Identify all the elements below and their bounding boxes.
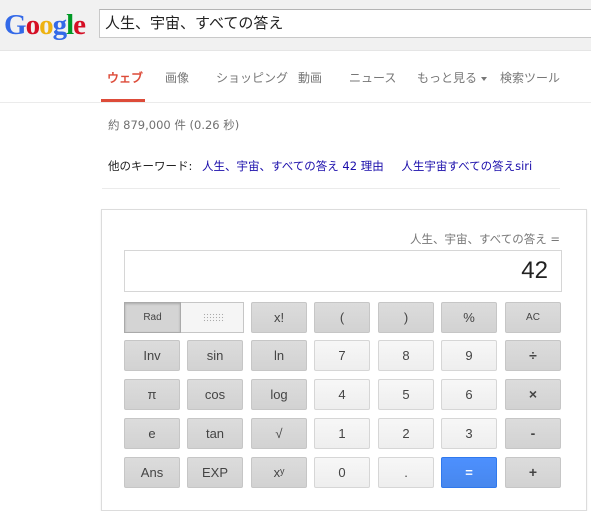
close-paren-button[interactable]: ) [378,302,434,333]
add-button[interactable]: + [505,457,561,488]
result-stats: 約 879,000 件 (0.26 秒) [108,118,240,132]
tab-tools[interactable]: 検索ツール [500,69,560,86]
euler-button[interactable]: e [124,418,180,449]
logo-letter: G [4,9,27,41]
tab-web[interactable]: ウェブ [107,69,143,86]
tab-more-label: もっと見る [417,71,478,85]
digit-5-button[interactable]: 5 [378,379,434,410]
cos-button[interactable]: cos [187,379,243,410]
equals-button[interactable]: = [441,457,497,488]
tab-news[interactable]: ニュース [349,69,396,86]
top-bar: Google 人生、宇宙、すべての答え [0,0,591,51]
logo-letter: e [73,9,86,41]
deg-button[interactable] [181,302,244,333]
pi-button[interactable]: π [124,379,180,410]
subtract-button[interactable]: - [505,418,561,449]
digit-7-button[interactable]: 7 [314,340,370,371]
digit-9-button[interactable]: 9 [441,340,497,371]
calculator-widget: 人生、宇宙、すべての答え = 42 Rad x! ( ) % AC Inv si… [101,209,587,511]
exp-button[interactable]: EXP [187,457,243,488]
related-link[interactable]: 人生宇宙すべての答えsiri [401,159,532,173]
logo-letter: o [39,9,53,41]
digit-3-button[interactable]: 3 [441,418,497,449]
angle-mode-toggle: Rad [124,302,244,333]
power-button[interactable]: xʸ [251,457,307,488]
chevron-down-icon [481,76,488,81]
related-link[interactable]: 人生、宇宙、すべての答え 42 理由 [202,159,384,173]
digit-2-button[interactable]: 2 [378,418,434,449]
tab-images[interactable]: 画像 [165,69,189,86]
digit-1-button[interactable]: 1 [314,418,370,449]
log-button[interactable]: log [251,379,307,410]
tab-shopping[interactable]: ショッピング [216,69,288,86]
digit-6-button[interactable]: 6 [441,379,497,410]
search-input[interactable]: 人生、宇宙、すべての答え [99,9,591,38]
open-paren-button[interactable]: ( [314,302,370,333]
calculator-display: 42 [124,250,562,292]
deg-placeholder-dots [203,313,225,323]
digit-0-button[interactable]: 0 [314,457,370,488]
related-searches: 他のキーワード: 人生、宇宙、すべての答え 42 理由 人生宇宙すべての答えsi… [108,158,546,174]
all-clear-button[interactable]: AC [505,302,561,333]
multiply-button[interactable]: × [505,379,561,410]
digit-4-button[interactable]: 4 [314,379,370,410]
divider [102,188,560,189]
related-label: 他のキーワード: [108,159,193,173]
tab-videos[interactable]: 動画 [298,69,322,86]
ans-button[interactable]: Ans [124,457,180,488]
tab-more[interactable]: もっと見る [417,69,488,86]
divide-button[interactable]: ÷ [505,340,561,371]
factorial-button[interactable]: x! [251,302,307,333]
rad-button[interactable]: Rad [124,302,181,333]
percent-button[interactable]: % [441,302,497,333]
sqrt-button[interactable]: √ [251,418,307,449]
decimal-button[interactable]: . [378,457,434,488]
google-logo[interactable]: Google [4,9,86,41]
active-tab-indicator [101,99,145,102]
tan-button[interactable]: tan [187,418,243,449]
inverse-button[interactable]: Inv [124,340,180,371]
logo-letter: o [25,9,40,41]
calculator-expression: 人生、宇宙、すべての答え = [409,232,560,246]
logo-letter: l [66,9,74,41]
calculator-result: 42 [521,257,548,284]
ln-button[interactable]: ln [251,340,307,371]
sin-button[interactable]: sin [187,340,243,371]
search-tabs: ウェブ 画像 ショッピング 動画 ニュース もっと見る 検索ツール [0,50,591,103]
logo-letter: g [52,9,67,41]
digit-8-button[interactable]: 8 [378,340,434,371]
